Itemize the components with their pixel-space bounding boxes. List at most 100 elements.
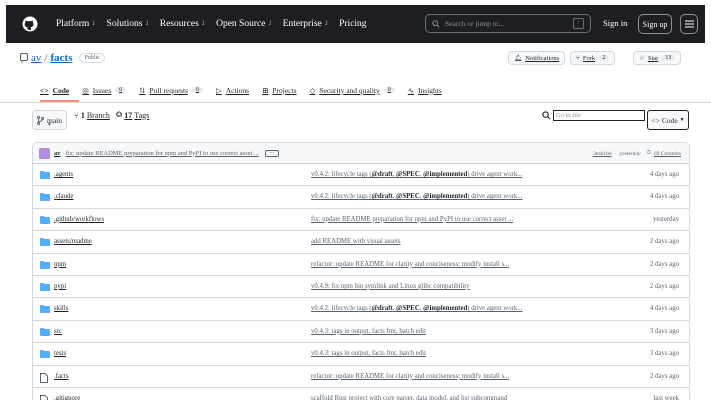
top-nav-label: Enterprise: [282, 19, 322, 29]
pull-request-icon: ⇅: [139, 85, 146, 95]
tags-count[interactable]: 17: [124, 111, 132, 120]
star-count: 13: [661, 55, 676, 61]
top-nav-item[interactable]: Enterprise ˩: [283, 19, 327, 29]
fork-button[interactable]: ⑂ Fork 2: [570, 51, 616, 65]
hamburger-menu-icon[interactable]: [680, 14, 698, 34]
repo-owner-link[interactable]: av: [31, 52, 41, 64]
global-header: Platform ˩ Solutions ˩ Resources ˩ Open Source…: [6, 5, 705, 43]
table-row[interactable]: npm refactor: update README for clarity a…: [33, 254, 689, 276]
sign-in-link[interactable]: Sign in: [603, 18, 627, 28]
commit-message-link[interactable]: refactor: update README for clarity and …: [311, 261, 509, 268]
code-dropdown-button[interactable]: <> Code ▼: [647, 110, 689, 130]
file-name-link[interactable]: .gitignore: [54, 395, 80, 400]
file-icon: [40, 394, 50, 400]
file-listing: av fix: update README preparation for np…: [32, 142, 690, 400]
table-row[interactable]: skills v0.4.2: lifecycle tags (@draft, @S…: [33, 298, 689, 321]
star-label: Star: [647, 54, 659, 62]
table-row[interactable]: .gitignore scaffold Rust project with cor…: [33, 388, 689, 400]
commit-message-link[interactable]: v0.4.3: tags in output, facts fmt, batch…: [311, 350, 426, 357]
tab-count: 0: [383, 87, 395, 93]
folder-icon: [40, 282, 50, 291]
table-row[interactable]: .github/workflows fix: update README prep…: [33, 209, 689, 232]
git-branch-icon: [37, 115, 44, 125]
graph-icon: ∿: [407, 85, 415, 95]
commit-message-link[interactable]: v0.4.2: lifecycle tags (@draft, @SPEC, @…: [311, 193, 522, 200]
top-nav-item[interactable]: Platform ˩: [56, 19, 95, 29]
visibility-badge: Public: [79, 53, 105, 63]
tab-issues[interactable]: ◎ Issues 0: [82, 86, 127, 95]
commit-message-link[interactable]: v0.4.2: lifecycle tags (@draft, @SPEC, @…: [311, 171, 522, 178]
commits-count-link[interactable]: 69 Commits: [654, 151, 681, 157]
star-button[interactable]: ☆ Star 13: [633, 51, 682, 65]
table-row[interactable]: .facts refactor: update README for clarit…: [33, 366, 689, 388]
go-to-file: Go to file: [542, 110, 645, 121]
top-nav-label: Platform: [56, 19, 90, 29]
table-row[interactable]: .agents v0.4.2: lifecycle tags (@draft, @…: [33, 164, 689, 187]
tab-actions[interactable]: ▷ Actions: [216, 86, 249, 95]
commit-hash[interactable]: 3eab1bd: [593, 151, 612, 157]
notifications-button[interactable]: 🔔︎ Notifications: [508, 51, 566, 65]
history-icon: 🕒︎: [646, 150, 651, 156]
commit-message-link[interactable]: v0.4.9: fix npm bin symlink and Linux gl…: [311, 283, 470, 290]
chevron-down-icon: ˩: [145, 21, 148, 27]
go-to-file-input[interactable]: Go to file: [553, 110, 645, 121]
commit-message-part: v0.4.2: lifecycle tags (: [311, 305, 372, 313]
tab-pull-requests[interactable]: ⇅ Pull requests 0: [139, 86, 203, 95]
play-icon: ▷: [215, 85, 222, 95]
table-row[interactable]: assets/readme add README with visual asse…: [33, 231, 689, 254]
tab-security-and-quality[interactable]: ◇ Security and quality 0: [310, 86, 395, 95]
file-name-link[interactable]: .claude: [54, 193, 73, 200]
commit-author[interactable]: av: [54, 150, 61, 157]
table-row[interactable]: pypi v0.4.9: fix npm bin symlink and Linu…: [33, 276, 689, 299]
commit-message-link[interactable]: scaffold Rust project with core parser, …: [311, 395, 507, 400]
tab-projects[interactable]: ⊞ Projects: [262, 86, 296, 95]
top-nav-item[interactable]: Pricing: [339, 19, 366, 29]
commit-tag: @SPEC: [396, 305, 420, 313]
file-name-link[interactable]: npm: [54, 261, 66, 268]
commit-tag: @draft: [371, 305, 393, 313]
file-name-link[interactable]: pypi: [54, 283, 66, 290]
folder-icon: [40, 193, 50, 202]
sign-up-button[interactable]: Sign up: [638, 14, 672, 34]
branches-link[interactable]: Branch: [87, 111, 110, 120]
file-name-link[interactable]: .agents: [54, 171, 73, 178]
folder-icon: [40, 238, 50, 247]
code-icon: <>: [651, 115, 660, 125]
file-name-link[interactable]: tests: [54, 350, 66, 357]
repo-name-link[interactable]: facts: [50, 52, 72, 64]
table-row[interactable]: tests v0.4.3: tags in output, facts fmt, …: [33, 343, 689, 366]
top-nav: Platform ˩ Solutions ˩ Resources ˩ Open Source…: [56, 19, 379, 29]
search-input[interactable]: Search or jump to... /: [425, 14, 591, 33]
table-row[interactable]: .claude v0.4.2: lifecycle tags (@draft, @…: [33, 186, 689, 209]
file-name-link[interactable]: skills: [54, 305, 68, 312]
commit-message-link[interactable]: refactor: update README for clarity and …: [311, 373, 509, 380]
tab-label: Insights: [418, 85, 442, 95]
chevron-down-icon: ▼: [47, 123, 52, 128]
commit-message-link[interactable]: fix: update README preparation for npm a…: [311, 216, 513, 223]
tab-code[interactable]: <> Code: [40, 86, 69, 95]
top-nav-item[interactable]: Resources ˩: [160, 19, 204, 29]
file-name-link[interactable]: assets/readme: [54, 238, 92, 245]
avatar[interactable]: [39, 147, 50, 159]
branches-count[interactable]: 1: [81, 111, 85, 120]
commit-date: 4 days ago: [649, 171, 679, 178]
top-nav-item[interactable]: Solutions ˩: [107, 19, 148, 29]
file-name-link[interactable]: .facts: [54, 373, 69, 380]
commit-message-link[interactable]: v0.4.3: tags in output, facts fmt, batch…: [311, 328, 426, 335]
fork-count: 2: [598, 55, 610, 61]
file-name-link[interactable]: src: [54, 328, 62, 335]
tab-insights[interactable]: ∿ Insights: [408, 86, 442, 95]
folder-icon: [40, 327, 50, 336]
code-icon: <>: [40, 85, 49, 95]
top-nav-item[interactable]: Open Source ˩: [216, 19, 271, 29]
commit-message-link[interactable]: add README with visual assets: [311, 238, 401, 245]
commit-message-link[interactable]: v0.4.2: lifecycle tags (@draft, @SPEC, @…: [311, 305, 522, 312]
file-name-link[interactable]: .github/workflows: [54, 216, 104, 223]
table-row[interactable]: src v0.4.3: tags in output, facts fmt, ba…: [33, 321, 689, 344]
github-logo-icon[interactable]: [22, 16, 38, 32]
git-branch-icon: ⑂: [74, 110, 79, 120]
tags-link[interactable]: Tags: [134, 111, 149, 120]
repo-tabs: <> Code ◎ Issues 0 ⇅ Pull requests 0 ▷ Actions ⊞ Pr…: [40, 80, 455, 100]
commit-message[interactable]: fix: update README preparation for npm a…: [66, 150, 259, 157]
expand-commit-button[interactable]: ...: [264, 149, 279, 157]
